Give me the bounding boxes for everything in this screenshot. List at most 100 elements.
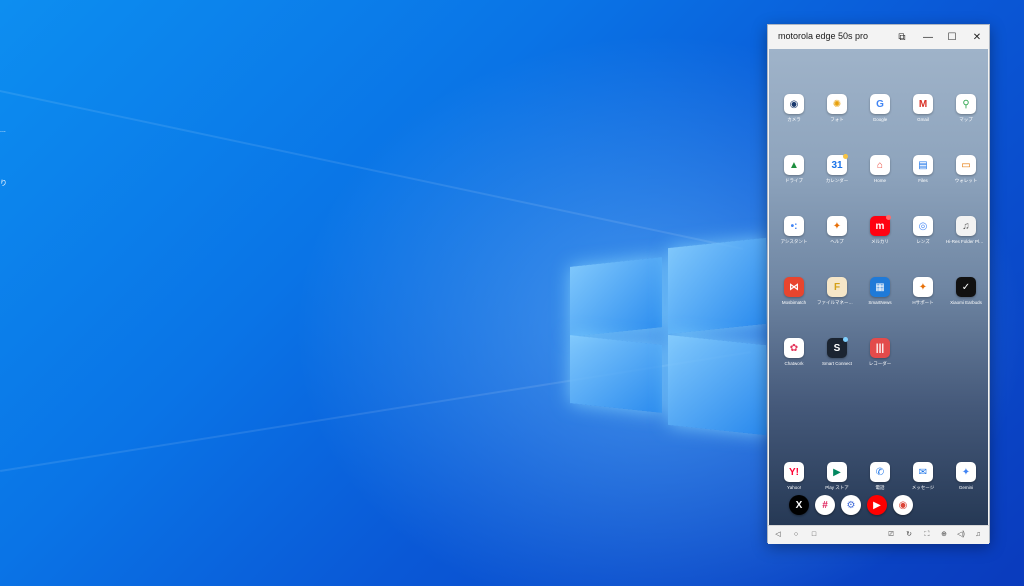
- app-mosbimatch[interactable]: ⋈ Mosbimatch: [774, 277, 814, 321]
- app-smartnews[interactable]: ▦ SmartNews: [860, 277, 900, 321]
- desktop-icon-label[interactable]: ...: [0, 127, 6, 134]
- settings-icon[interactable]: ⚙: [841, 495, 861, 515]
- app-chatwork[interactable]: ✿ Chatwork: [774, 338, 814, 382]
- recents-button[interactable]: □: [808, 528, 820, 541]
- phone-navbar: ◁ ○ □ ⎚ ↻ ⛶ ⊕ ◁) ♫: [768, 525, 989, 544]
- screen-mirror-button[interactable]: ⧉: [892, 28, 912, 46]
- light-beam: [0, 90, 744, 250]
- close-button[interactable]: ✕: [967, 28, 987, 46]
- cast-button[interactable]: ⎚: [885, 528, 897, 541]
- app-label: Play ストア: [825, 485, 849, 490]
- app-label: マップ: [959, 117, 973, 122]
- app-label: Files: [918, 178, 928, 183]
- minimize-button[interactable]: —: [918, 28, 938, 46]
- notification-icon: ♫: [975, 531, 981, 538]
- app-drive[interactable]: ▲ ドライブ: [774, 155, 814, 199]
- app-label: Hi-Res Folder Player Free: [946, 239, 986, 244]
- close-icon: ✕: [972, 31, 982, 43]
- lock-icon: ⊕: [941, 531, 947, 538]
- screenshot-button[interactable]: ⛶: [921, 528, 933, 541]
- recorder-icon: |||: [870, 338, 890, 358]
- app-wallet[interactable]: ▭ ウォレット: [946, 155, 986, 199]
- mosbimatch-icon: ⋈: [784, 277, 804, 297]
- app-file-manager[interactable]: F ファイルマネージャー: [817, 277, 857, 321]
- home-circle-icon: ○: [793, 531, 799, 538]
- x-icon[interactable]: X: [789, 495, 809, 515]
- youtube-icon[interactable]: ▶: [867, 495, 887, 515]
- window-titlebar[interactable]: motorola edge 50s pro ⧉ — ☐ ✕: [768, 25, 989, 49]
- volume-button[interactable]: ◁): [955, 528, 967, 541]
- screen-mirror-icon: ⧉: [898, 31, 906, 43]
- window-title: motorola edge 50s pro: [778, 31, 869, 41]
- rotate-button[interactable]: ↻: [903, 528, 915, 541]
- camera-icon: ◉: [784, 94, 804, 114]
- minimize-icon: —: [923, 31, 933, 43]
- phone-icon: ✆: [870, 462, 890, 482]
- app-label: Smart Connect: [821, 361, 852, 366]
- app-label: Yahoo!: [787, 485, 801, 490]
- app-label: 電話: [875, 485, 885, 490]
- app-gmail[interactable]: M Gmail: [903, 94, 943, 138]
- app-label: Mosbimatch: [781, 300, 807, 305]
- desktop-icon-label[interactable]: り: [0, 178, 7, 188]
- windows-logo-pane-tr: [668, 237, 766, 335]
- screenshot-icon: ⛶: [924, 531, 930, 538]
- cast-icon: ⎚: [888, 531, 894, 538]
- app-assistant[interactable]: •: アシスタント: [774, 216, 814, 260]
- gemini-icon: ✦: [956, 462, 976, 482]
- windows-logo-pane-bl: [570, 335, 662, 413]
- lens-icon: ◎: [913, 216, 933, 236]
- app-help[interactable]: ✦ ヘルプ: [817, 216, 857, 260]
- app-camera[interactable]: ◉ カメラ: [774, 94, 814, 138]
- maximize-icon: ☐: [947, 31, 957, 43]
- play-store-icon: ▶: [827, 462, 847, 482]
- app-recorder[interactable]: ||| レコーダー: [860, 338, 900, 382]
- windows-logo-pane-tl: [570, 257, 662, 337]
- app-maps[interactable]: ⚲ マップ: [946, 94, 986, 138]
- messages-icon: ✉: [913, 462, 933, 482]
- app-support[interactable]: ✦ Hサポート: [903, 277, 943, 321]
- notification-badge: [843, 337, 848, 342]
- smartnews-icon: ▦: [870, 277, 890, 297]
- app-music-player[interactable]: ♫ Hi-Res Folder Player Free: [946, 216, 986, 260]
- app-earbuds[interactable]: ✓ Xiaomi Earbuds: [946, 277, 986, 321]
- slack-icon[interactable]: #: [815, 495, 835, 515]
- app-google[interactable]: G Google: [860, 94, 900, 138]
- photos-icon: ✺: [827, 94, 847, 114]
- phone-home-screen[interactable]: ◉ カメラ ✺ フォト G Google M Gmail ⚲ マップ ▲ ドライブ 31 カレンダー ⌂ Ho…: [769, 49, 988, 525]
- back-button[interactable]: ◁: [772, 528, 784, 541]
- app-label: Home: [873, 178, 886, 183]
- back-icon: ◁: [775, 531, 781, 538]
- yahoo-icon: Y!: [784, 462, 804, 482]
- maps-icon: ⚲: [956, 94, 976, 114]
- chatwork-icon: ✿: [784, 338, 804, 358]
- app-label: アシスタント: [780, 239, 808, 244]
- app-label: Gmail: [917, 117, 929, 122]
- app-mercari[interactable]: m メルカリ: [860, 215, 900, 260]
- maximize-button[interactable]: ☐: [942, 28, 962, 46]
- app-smart-connect[interactable]: S Smart Connect: [817, 337, 857, 382]
- earbuds-icon: ✓: [956, 277, 976, 297]
- app-gemini[interactable]: ✦ Gemini: [946, 462, 986, 506]
- chrome-icon[interactable]: ◉: [893, 495, 913, 515]
- app-label: Gemini: [958, 485, 974, 490]
- app-label: フォト: [830, 117, 844, 122]
- home-button[interactable]: ○: [790, 528, 802, 541]
- assistant-icon: •:: [784, 216, 804, 236]
- app-label: メルカリ: [871, 239, 889, 244]
- notification-button[interactable]: ♫: [972, 528, 984, 541]
- recents-icon: □: [811, 531, 817, 538]
- file-manager-icon: F: [827, 277, 847, 297]
- app-lens[interactable]: ◎ レンズ: [903, 216, 943, 260]
- notification-badge: [886, 215, 891, 220]
- files-icon: ▤: [913, 155, 933, 175]
- app-home[interactable]: ⌂ Home: [860, 155, 900, 199]
- app-photos[interactable]: ✺ フォト: [817, 94, 857, 138]
- phone-mirror-window[interactable]: motorola edge 50s pro ⧉ — ☐ ✕ ◉ カメラ ✺ フォト G G…: [767, 24, 990, 544]
- rotate-icon: ↻: [906, 531, 912, 538]
- app-calendar[interactable]: 31 カレンダー: [817, 154, 857, 199]
- lock-button[interactable]: ⊕: [938, 528, 950, 541]
- app-files[interactable]: ▤ Files: [903, 155, 943, 199]
- google-icon: G: [870, 94, 890, 114]
- notification-badge: [843, 154, 848, 159]
